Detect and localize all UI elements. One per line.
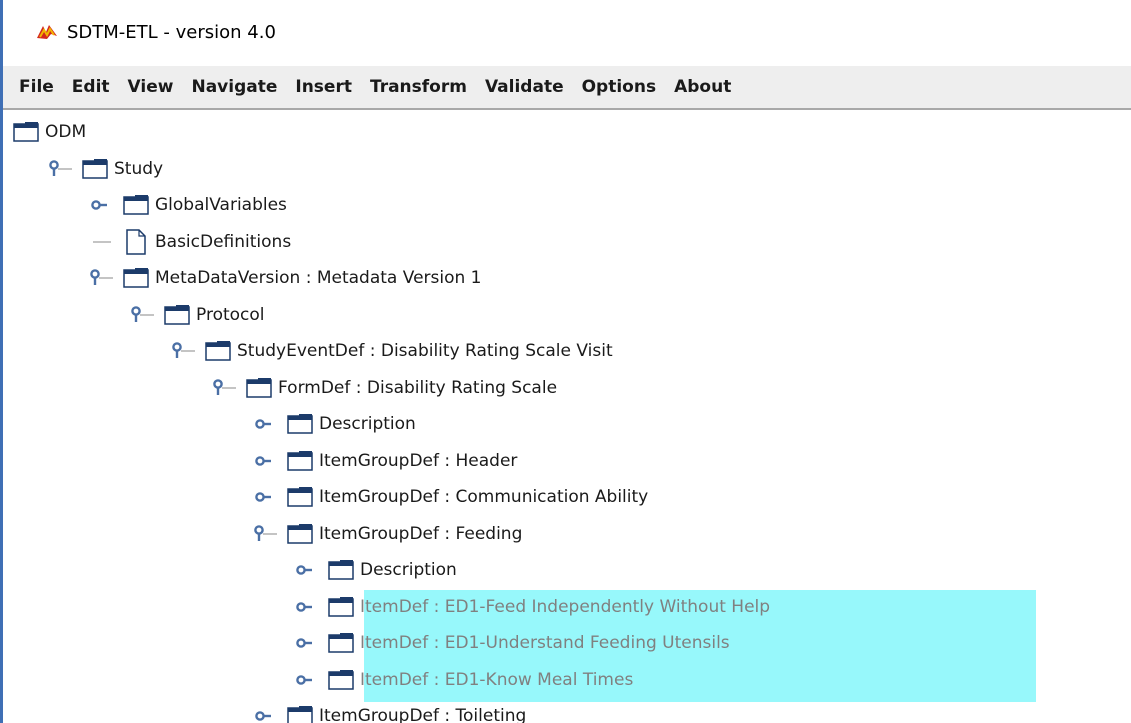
collapsed-handle-icon[interactable] xyxy=(294,596,322,618)
folder-icon xyxy=(13,122,39,142)
tree-node[interactable]: ItemGroupDef : Header xyxy=(3,443,1123,479)
expanded-handle-icon[interactable] xyxy=(89,267,117,289)
expanded-handle-icon[interactable] xyxy=(253,523,281,545)
collapsed-handle-icon[interactable] xyxy=(294,559,322,581)
folder-icon xyxy=(164,304,190,325)
tree-node-label: ItemGroupDef : Feeding xyxy=(319,523,523,544)
menu-transform[interactable]: Transform xyxy=(368,75,469,99)
tree-node[interactable]: ItemGroupDef : Feeding xyxy=(3,516,1123,552)
app-logo-icon xyxy=(37,25,57,39)
menu-edit[interactable]: Edit xyxy=(70,75,112,99)
folder-icon xyxy=(287,523,313,544)
window-title: SDTM-ETL - version 4.0 xyxy=(67,22,276,43)
tree-node[interactable]: ItemDef : ED1-Know Meal Times xyxy=(3,662,1123,698)
menu-insert[interactable]: Insert xyxy=(293,75,354,99)
folder-icon xyxy=(123,195,149,215)
tree-node[interactable]: Study xyxy=(3,151,1123,187)
tree-node[interactable]: ItemGroupDef : Toileting xyxy=(3,698,1123,723)
tree-node-label: Protocol xyxy=(196,304,265,325)
tree-node-label: FormDef : Disability Rating Scale xyxy=(278,377,558,398)
leaf-line-icon xyxy=(89,231,117,253)
tree-node[interactable]: MetaDataVersion : Metadata Version 1 xyxy=(3,260,1123,296)
title-bar[interactable]: SDTM-ETL - version 4.0 xyxy=(3,0,1131,66)
tree-node[interactable]: ODM xyxy=(3,114,1123,150)
folder-icon xyxy=(246,377,272,398)
tree-node-label: ItemGroupDef : Toileting xyxy=(319,706,527,723)
tree-node[interactable]: ItemDef : ED1-Feed Independently Without… xyxy=(3,589,1123,625)
expanded-handle-icon[interactable] xyxy=(171,340,199,362)
document-icon xyxy=(126,228,146,255)
folder-icon xyxy=(328,596,354,617)
folder-icon xyxy=(287,414,313,434)
expanded-handle-icon[interactable] xyxy=(212,377,240,399)
tree-node-label: BasicDefinitions xyxy=(155,231,292,252)
menu-file[interactable]: File xyxy=(17,75,56,99)
tree-node[interactable]: Description xyxy=(3,406,1123,442)
tree-node-label: ItemGroupDef : Communication Ability xyxy=(319,487,649,507)
tree-node-label: Description xyxy=(319,414,416,434)
folder-icon xyxy=(287,706,313,723)
tree-node[interactable]: ItemDef : ED1-Understand Feeding Utensil… xyxy=(3,625,1123,661)
collapsed-handle-icon[interactable] xyxy=(253,450,281,472)
folder-icon xyxy=(328,669,354,690)
tree-node-label: ItemDef : ED1-Understand Feeding Utensil… xyxy=(360,633,730,653)
menu-validate[interactable]: Validate xyxy=(483,75,566,99)
tree-node[interactable]: FormDef : Disability Rating Scale xyxy=(3,370,1123,406)
folder-icon xyxy=(287,450,313,471)
tree-node[interactable]: Description xyxy=(3,552,1123,588)
tree-node[interactable]: Protocol xyxy=(3,297,1123,333)
tree-node[interactable]: BasicDefinitions xyxy=(3,224,1123,260)
folder-icon xyxy=(205,341,231,361)
tree-node-label: ODM xyxy=(45,122,87,142)
tree-node-label: ItemDef : ED1-Feed Independently Without… xyxy=(360,596,771,617)
tree-node-label: ItemGroupDef : Header xyxy=(319,450,518,471)
tree-node-label: Study xyxy=(114,158,164,179)
tree-node-label: Description xyxy=(360,560,457,580)
folder-icon xyxy=(82,158,108,179)
expanded-handle-icon[interactable] xyxy=(48,158,76,180)
odm-tree-view[interactable]: ODM Study GlobalVariables BasicDefinitions M… xyxy=(3,112,1131,723)
tree-node-label: MetaDataVersion : Metadata Version 1 xyxy=(155,268,482,288)
tree-node-label: ItemDef : ED1-Know Meal Times xyxy=(360,669,634,690)
collapsed-handle-icon[interactable] xyxy=(253,486,281,508)
menu-list: File Edit View Navigate Insert Transform Valid… xyxy=(17,75,747,99)
tree-node[interactable]: ItemGroupDef : Communication Ability xyxy=(3,479,1123,515)
tree-node[interactable]: StudyEventDef : Disability Rating Scale … xyxy=(3,333,1123,369)
menu-view[interactable]: View xyxy=(126,75,176,99)
folder-icon xyxy=(123,268,149,288)
collapsed-handle-icon[interactable] xyxy=(253,705,281,723)
collapsed-handle-icon[interactable] xyxy=(89,194,117,216)
folder-icon xyxy=(328,633,354,653)
tree-node[interactable]: GlobalVariables xyxy=(3,187,1123,223)
menu-about[interactable]: About xyxy=(672,75,733,99)
folder-icon xyxy=(287,487,313,507)
folder-icon xyxy=(328,560,354,580)
collapsed-handle-icon[interactable] xyxy=(294,669,322,691)
expanded-handle-icon[interactable] xyxy=(130,304,158,326)
tree-node-label: StudyEventDef : Disability Rating Scale … xyxy=(237,341,613,361)
tree-node-label: GlobalVariables xyxy=(155,195,287,215)
collapsed-handle-icon[interactable] xyxy=(294,632,322,654)
menu-options[interactable]: Options xyxy=(580,75,658,99)
collapsed-handle-icon[interactable] xyxy=(253,413,281,435)
menu-bar: File Edit View Navigate Insert Transform Valid… xyxy=(3,66,1131,110)
menu-navigate[interactable]: Navigate xyxy=(189,75,279,99)
